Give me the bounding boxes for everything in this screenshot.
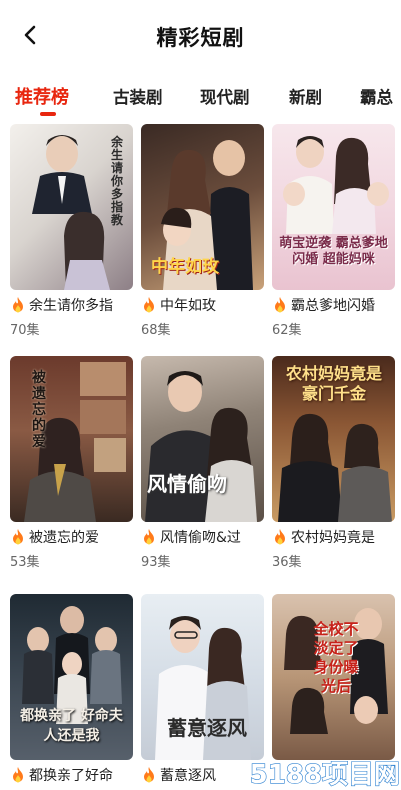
drama-title-text: 农村妈妈竟是 [291,530,375,546]
drama-poster[interactable]: 中年如玫 [141,124,264,290]
drama-poster[interactable]: 被遗忘的爱 [10,356,133,522]
drama-title-text: 余生请你多指 [29,298,113,314]
tab-ceo[interactable]: 霸总 [360,84,393,108]
poster-title-text: 蓄意逐风 [167,716,247,740]
episode-count: 93集 [141,555,171,570]
poster-title-text: 中年如玫 [151,257,219,277]
tab-new[interactable]: 新剧 [289,84,322,108]
drama-poster[interactable]: 萌宝逆袭 霸总爹地闪婚 超能妈咪 [272,124,395,290]
drama-title-text: 霸总爹地闪婚 [291,298,375,314]
active-tab-indicator [40,112,56,116]
drama-title-text: 中年如玫 [160,298,216,314]
svg-text:5188项目网: 5188项目网 [250,760,400,790]
tab-modern[interactable]: 现代剧 [200,84,250,108]
poster-title-text: 都换亲了 好命夫人还是我 [20,708,123,744]
flame-icon [144,767,154,783]
episode-count: 53集 [10,555,40,570]
flame-icon [13,297,23,313]
drama-title-text: 都换亲了好命 [29,768,113,784]
episode-count: 36集 [272,555,302,570]
drama-title: 风情偷吻&过 [141,526,269,548]
drama-title: 中年如玫 [141,294,269,316]
drama-grid: 余生请你多指教 余生请你多指 70集 中年如玫 中年如玫 68集 萌宝逆袭 霸总… [0,124,401,790]
drama-poster[interactable]: 农村妈妈竟是豪门千金 [272,356,395,522]
tab-recommend[interactable]: 推荐榜 [15,83,69,109]
drama-title-text: 风情偷吻&过 [160,530,241,546]
flame-icon [13,767,23,783]
poster-title-text: 萌宝逆袭 霸总爹地闪婚 超能妈咪 [279,236,388,267]
drama-poster[interactable]: 余生请你多指教 [10,124,133,290]
page-title: 精彩短剧 [156,26,245,50]
flame-icon [275,529,285,545]
drama-title: 被遗忘的爱 [10,526,138,548]
poster-art [24,362,126,522]
drama-title: 农村妈妈竟是 [272,526,400,548]
drama-title-text: 被遗忘的爱 [29,530,99,546]
drama-poster[interactable]: 风情偷吻 [141,356,264,522]
top-bar: 精彩短剧 [0,0,401,72]
drama-poster[interactable]: 都换亲了 好命夫人还是我 [10,594,133,760]
poster-title-text: 全校不淡定了 身份曝光后 [313,620,359,695]
category-tabs: 推荐榜 古装剧 现代剧 新剧 霸总 [0,78,401,118]
drama-title-text: 蓄意逐风 [160,768,216,784]
tab-costume[interactable]: 古装剧 [113,84,163,108]
flame-icon [144,297,154,313]
drama-title: 都换亲了好命 [10,764,138,786]
flame-icon [144,529,154,545]
episode-count: 62集 [272,323,302,338]
drama-title: 霸总爹地闪婚 [272,294,400,316]
flame-icon [13,529,23,545]
poster-title-text: 被遗忘的爱 [32,370,46,450]
episode-count: 68集 [141,323,171,338]
poster-art [145,371,257,522]
poster-title-text: 余生请你多指教 [111,135,124,227]
flame-icon [275,297,285,313]
watermark-logo: 5188项目网 [249,759,401,790]
episode-count: 70集 [10,323,40,338]
poster-title-text: 农村妈妈竟是豪门千金 [285,364,382,403]
poster-title-text: 风情偷吻 [147,472,227,496]
drama-title: 余生请你多指 [10,294,138,316]
drama-poster[interactable]: 蓄意逐风 [141,594,264,760]
drama-poster[interactable]: 全校不淡定了 身份曝光后 [272,594,395,760]
